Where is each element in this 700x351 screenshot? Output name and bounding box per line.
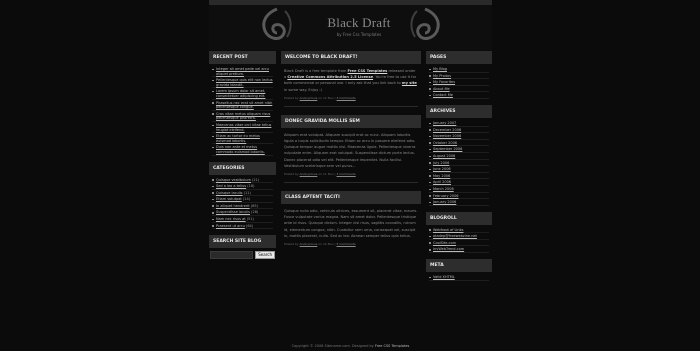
post-body: Aliquam erat volutpat. Aliquam suscipit …	[284, 132, 416, 168]
archive-link[interactable]: August 2006	[429, 154, 489, 160]
category-item[interactable]: In aliquet hendrerit (65)	[212, 204, 273, 210]
archive-link[interactable]: February 2006	[429, 194, 489, 200]
pages-heading: PAGES	[426, 51, 492, 64]
recent-post-item[interactable]: Etiam ac tortor eu metus euismod loborti…	[212, 134, 273, 145]
ornament-right-icon	[410, 7, 440, 40]
blogroll-list: Webfroot of Links atadep@freewebzine.net…	[429, 228, 489, 254]
blogroll-link[interactable]: InvWebTrend.com	[429, 247, 489, 254]
post-meta: Posted by Anonymous on 11 Nov | 3 Commen…	[284, 172, 356, 177]
archive-link[interactable]: May 2006	[429, 174, 489, 180]
page-link[interactable]: About Me	[429, 87, 489, 93]
category-item[interactable]: Quisque iaculis (11)	[212, 191, 273, 197]
archive-link[interactable]: January 2006	[429, 200, 489, 206]
post-body: Black Draft is a free template from Free…	[284, 69, 417, 92]
post-comments-link[interactable]: 5 Comments	[337, 242, 356, 246]
search-button[interactable]: Search	[255, 251, 275, 260]
blogroll-link[interactable]: Webfroot of Links	[429, 228, 489, 234]
post-author-link[interactable]: Anonymous	[300, 172, 318, 176]
blogroll-heading: BLOGROLL	[426, 211, 492, 225]
divider	[284, 105, 418, 107]
recent-post-item[interactable]: Cras vitae metus aliquam risus pellentes…	[212, 112, 273, 122]
post: DONEC GRAVIDA MOLLIS SEM Aliquam erat vo…	[281, 114, 421, 184]
archive-link[interactable]: December 2006	[429, 128, 489, 134]
blogroll-link[interactable]: CoolSite.com	[429, 241, 489, 247]
page-link[interactable]: Contact Me	[429, 93, 489, 99]
recent-post-item[interactable]: Phasellus nec erat sit amet nibh pellent…	[212, 101, 273, 111]
recent-post-heading: RECENT POST	[209, 51, 276, 64]
meta-heading: META	[426, 259, 492, 273]
left-sidebar: RECENT POST Integer sit amet pede vel ar…	[209, 51, 276, 263]
archives-list: January 2007 December 2006 November 2006…	[429, 121, 489, 206]
categories-heading: CATEGORIES	[209, 161, 276, 175]
site-title[interactable]: Black Draft	[309, 15, 409, 31]
ornament-left-icon	[262, 7, 292, 40]
footer-link[interactable]: Free CSS Templates	[375, 344, 409, 348]
post-link[interactable]: my site	[402, 81, 417, 85]
post: WELCOME TO BLACK DRAFT! Black Draft is a…	[281, 51, 421, 107]
site-footer: Copyright © 2006 Sitename.com. Designed …	[209, 344, 492, 348]
meta-link[interactable]: Valid XHTML	[429, 275, 489, 281]
post-author-link[interactable]: Anonymous	[300, 96, 318, 100]
post-author-link[interactable]: Anonymous	[300, 242, 318, 246]
category-item[interactable]: Nam nec risus at (51)	[212, 217, 273, 223]
archives-heading: ARCHIVES	[426, 104, 492, 118]
category-item[interactable]: Praesent ut arcu (64)	[212, 224, 273, 230]
post-comments-link[interactable]: 3 Comments	[337, 172, 356, 176]
post-link[interactable]: Creative Commons Attribution 2.5 License	[287, 75, 373, 79]
page-link[interactable]: My Favorites	[429, 80, 489, 86]
archive-link[interactable]: July 2006	[429, 161, 489, 167]
blogroll-link[interactable]: atadep@freewebzine.net	[429, 234, 489, 240]
search-input[interactable]	[210, 251, 254, 260]
brand: Black Draft by Free Css Templates	[309, 15, 409, 37]
meta-list: Valid XHTML	[429, 275, 489, 281]
recent-post-item[interactable]: Duis non ante et metus commodo euismod l…	[212, 145, 273, 156]
recent-post-item[interactable]: Pellentesque quis elit non lectus gravid…	[212, 78, 273, 89]
post-body: Quisque nulla odio, vehicula ultrices, e…	[284, 209, 418, 238]
recent-post-item[interactable]: Integer sit amet pede vel arcu aliquet p…	[212, 67, 273, 78]
post-meta: Posted by Anonymous on 12 Nov | 3 Commen…	[284, 95, 356, 100]
archive-link[interactable]: June 2006	[429, 167, 489, 173]
site-header: Black Draft by Free Css Templates	[209, 5, 492, 50]
search-form: Search	[209, 248, 276, 263]
page-link[interactable]: My Photos	[429, 74, 489, 80]
archive-link[interactable]: November 2006	[429, 134, 489, 140]
archive-link[interactable]: January 2007	[429, 121, 489, 127]
post-title[interactable]: DONEC GRAVIDA MOLLIS SEM	[281, 114, 421, 128]
post: CLASS APTENT TACITI Quisque nulla odio, …	[281, 191, 421, 252]
category-item[interactable]: Suspendisse iaculis (28)	[212, 210, 273, 217]
copyright-text: Copyright © 2006 Sitename.com. Designed …	[291, 344, 375, 348]
post-title[interactable]: CLASS APTENT TACITI	[281, 191, 421, 205]
post-title[interactable]: WELCOME TO BLACK DRAFT!	[281, 51, 421, 64]
category-item[interactable]: Sed a leo a tellus (18)	[212, 184, 273, 190]
recent-post-item[interactable]: Lorem ipsum dolor sit amet, consectetuer…	[212, 89, 273, 100]
post-comments-link[interactable]: 3 Comments	[337, 96, 356, 100]
right-sidebar: PAGES My Blog My Photos My Favorites Abo…	[426, 51, 492, 287]
post-link[interactable]: Free CSS Templates	[348, 69, 388, 73]
pages-list: My Blog My Photos My Favorites About Me …	[429, 67, 489, 99]
archive-link[interactable]: March 2006	[429, 187, 489, 193]
archive-link[interactable]: April 2006	[429, 180, 489, 186]
page-link[interactable]: My Blog	[429, 67, 489, 73]
post-meta: Posted by Anonymous on 10 Nov | 5 Commen…	[284, 242, 356, 247]
category-item[interactable]: Quisque vestibulum (21)	[212, 178, 273, 184]
recent-post-item[interactable]: Maecenas vitae orci vitae tellus feugiat…	[212, 123, 273, 134]
recent-post-list: Integer sit amet pede vel arcu aliquet p…	[212, 67, 273, 156]
categories-list: Quisque vestibulum (21) Sed a leo a tell…	[212, 178, 273, 230]
search-heading: SEARCH SITE BLOG	[209, 235, 276, 249]
archive-link[interactable]: October 2006	[429, 141, 489, 147]
site-subtitle: by Free Css Templates	[336, 32, 382, 37]
divider	[284, 182, 418, 184]
main-content: WELCOME TO BLACK DRAFT! Black Draft is a…	[281, 51, 421, 252]
category-item[interactable]: Etiam volutpat (14)	[212, 197, 273, 203]
archive-link[interactable]: September 2006	[429, 147, 489, 153]
